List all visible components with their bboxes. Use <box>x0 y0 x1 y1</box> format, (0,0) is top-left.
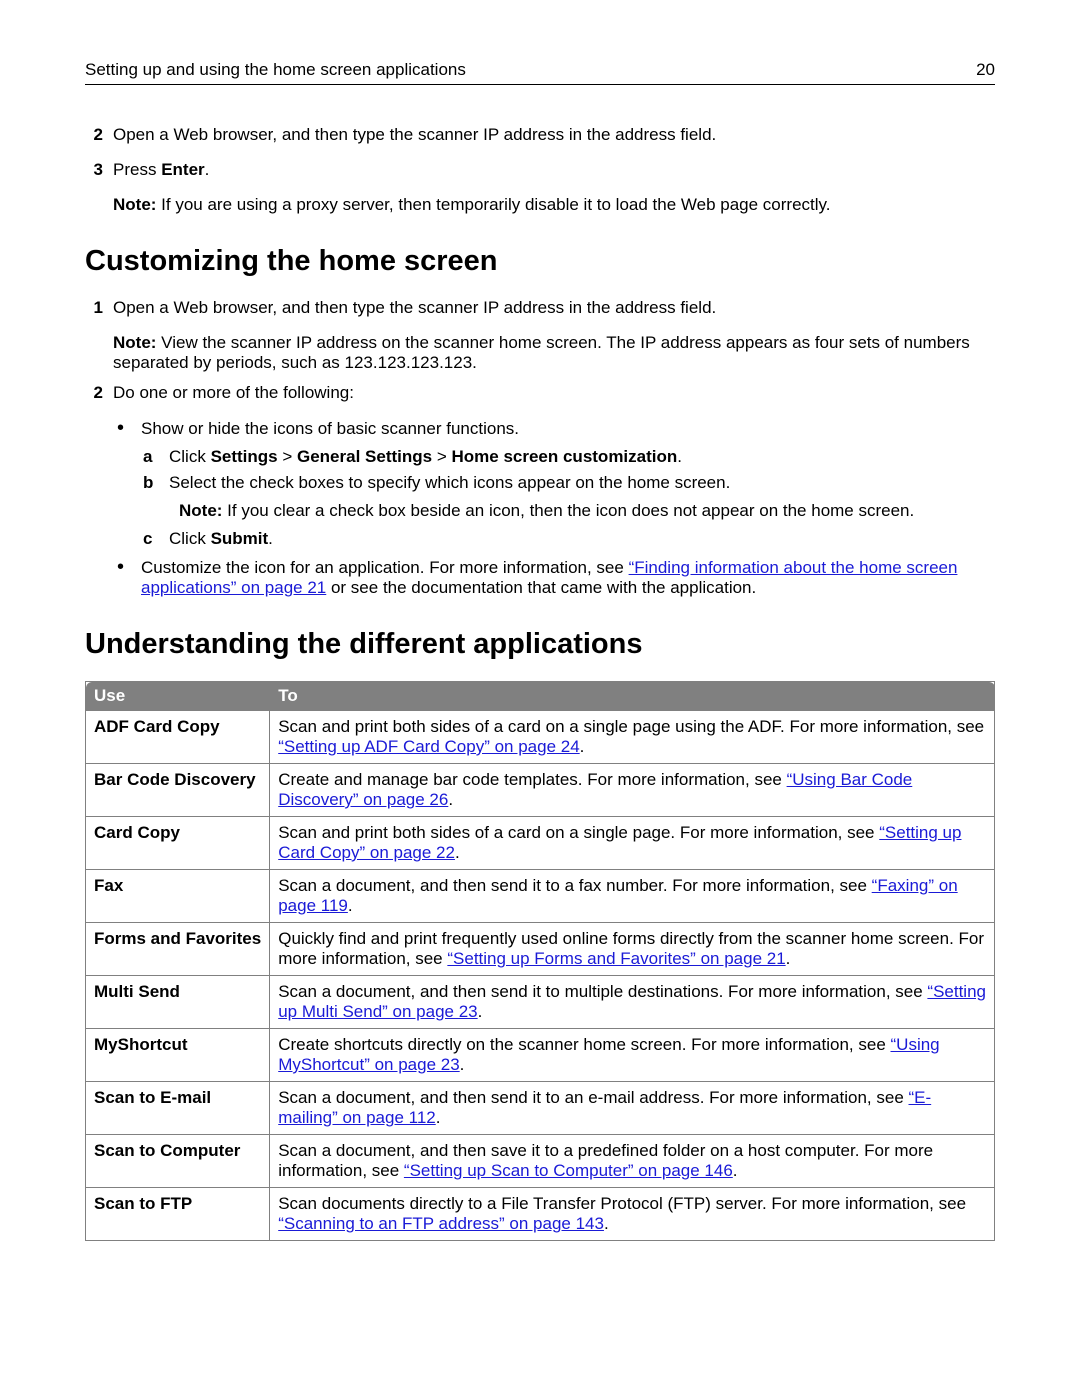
table-row: Scan to FTPScan documents directly to a … <box>86 1188 995 1241</box>
app-name: Scan to FTP <box>86 1188 270 1241</box>
heading-applications: Understanding the different applications <box>85 628 995 661</box>
substep-text: Click Settings > General Settings > Home… <box>169 447 682 467</box>
cross-ref-link[interactable]: “Setting up Forms and Favorites” on page… <box>447 949 785 968</box>
step-text: Do one or more of the following: <box>113 383 995 403</box>
cross-ref-link[interactable]: “Setting up Scan to Computer” on page 14… <box>404 1161 733 1180</box>
table-row: Card CopyScan and print both sides of a … <box>86 817 995 870</box>
heading-customizing: Customizing the home screen <box>85 245 995 278</box>
step-3: 3 Press Enter. <box>85 160 995 180</box>
bullet-icon: • <box>117 418 131 438</box>
substep-label: c <box>143 529 157 549</box>
page-header: Setting up and using the home screen app… <box>85 60 995 85</box>
app-name: Scan to Computer <box>86 1135 270 1188</box>
table-row: ADF Card CopyScan and print both sides o… <box>86 711 995 764</box>
bullet-text: Customize the icon for an application. F… <box>141 558 995 598</box>
app-description: Scan a document, and then send it to mul… <box>270 976 995 1029</box>
app-description: Scan a document, and then send it to a f… <box>270 870 995 923</box>
document-page: Setting up and using the home screen app… <box>0 0 1080 1397</box>
step-number: 1 <box>85 298 103 318</box>
cross-ref-link[interactable]: “Setting up ADF Card Copy” on page 24 <box>278 737 579 756</box>
app-description: Scan and print both sides of a card on a… <box>270 711 995 764</box>
step-number: 3 <box>85 160 103 180</box>
app-name: Fax <box>86 870 270 923</box>
step-number: 2 <box>85 125 103 145</box>
substep-label: a <box>143 447 157 467</box>
applications-table: Use To ADF Card CopyScan and print both … <box>85 681 995 1241</box>
bullet-show-hide: • Show or hide the icons of basic scanne… <box>117 418 995 439</box>
app-description: Scan documents directly to a File Transf… <box>270 1188 995 1241</box>
substep-b: b Select the check boxes to specify whic… <box>143 473 995 493</box>
table-row: MyShortcutCreate shortcuts directly on t… <box>86 1029 995 1082</box>
substep-text: Select the check boxes to specify which … <box>169 473 730 493</box>
app-name: ADF Card Copy <box>86 711 270 764</box>
table-row: Scan to E-mailScan a document, and then … <box>86 1082 995 1135</box>
app-name: Forms and Favorites <box>86 923 270 976</box>
step-text: Press Enter. <box>113 160 995 180</box>
cross-ref-link[interactable]: “Scanning to an FTP address” on page 143 <box>278 1214 604 1233</box>
custom-step-1: 1 Open a Web browser, and then type the … <box>85 298 995 318</box>
bullet-customize-icon: • Customize the icon for an application.… <box>117 557 995 598</box>
app-name: Card Copy <box>86 817 270 870</box>
table-row: Forms and FavoritesQuickly find and prin… <box>86 923 995 976</box>
step-2: 2 Open a Web browser, and then type the … <box>85 125 995 145</box>
col-use: Use <box>86 682 270 711</box>
app-name: MyShortcut <box>86 1029 270 1082</box>
table-row: Scan to ComputerScan a document, and the… <box>86 1135 995 1188</box>
substep-a: a Click Settings > General Settings > Ho… <box>143 447 995 467</box>
table-row: Bar Code DiscoveryCreate and manage bar … <box>86 764 995 817</box>
app-description: Scan and print both sides of a card on a… <box>270 817 995 870</box>
custom-step-2: 2 Do one or more of the following: <box>85 383 995 403</box>
step-text: Open a Web browser, and then type the sc… <box>113 125 995 145</box>
app-description: Scan a document, and then save it to a p… <box>270 1135 995 1188</box>
app-name: Bar Code Discovery <box>86 764 270 817</box>
checkbox-note: Note: If you clear a check box beside an… <box>179 501 995 521</box>
header-title: Setting up and using the home screen app… <box>85 60 466 80</box>
table-row: Multi SendScan a document, and then send… <box>86 976 995 1029</box>
substep-text: Click Submit. <box>169 529 273 549</box>
col-to: To <box>270 682 995 711</box>
app-description: Quickly find and print frequently used o… <box>270 923 995 976</box>
app-description: Scan a document, and then send it to an … <box>270 1082 995 1135</box>
app-description: Create shortcuts directly on the scanner… <box>270 1029 995 1082</box>
app-name: Multi Send <box>86 976 270 1029</box>
step-text: Open a Web browser, and then type the sc… <box>113 298 995 318</box>
ip-note: Note: View the scanner IP address on the… <box>113 333 995 373</box>
substep-c: c Click Submit. <box>143 529 995 549</box>
app-description: Create and manage bar code templates. Fo… <box>270 764 995 817</box>
table-row: FaxScan a document, and then send it to … <box>86 870 995 923</box>
proxy-note: Note: If you are using a proxy server, t… <box>113 195 995 215</box>
header-page-number: 20 <box>976 60 995 80</box>
bullet-icon: • <box>117 557 131 577</box>
step-number: 2 <box>85 383 103 403</box>
table-header-row: Use To <box>86 682 995 711</box>
app-name: Scan to E-mail <box>86 1082 270 1135</box>
substep-label: b <box>143 473 157 493</box>
